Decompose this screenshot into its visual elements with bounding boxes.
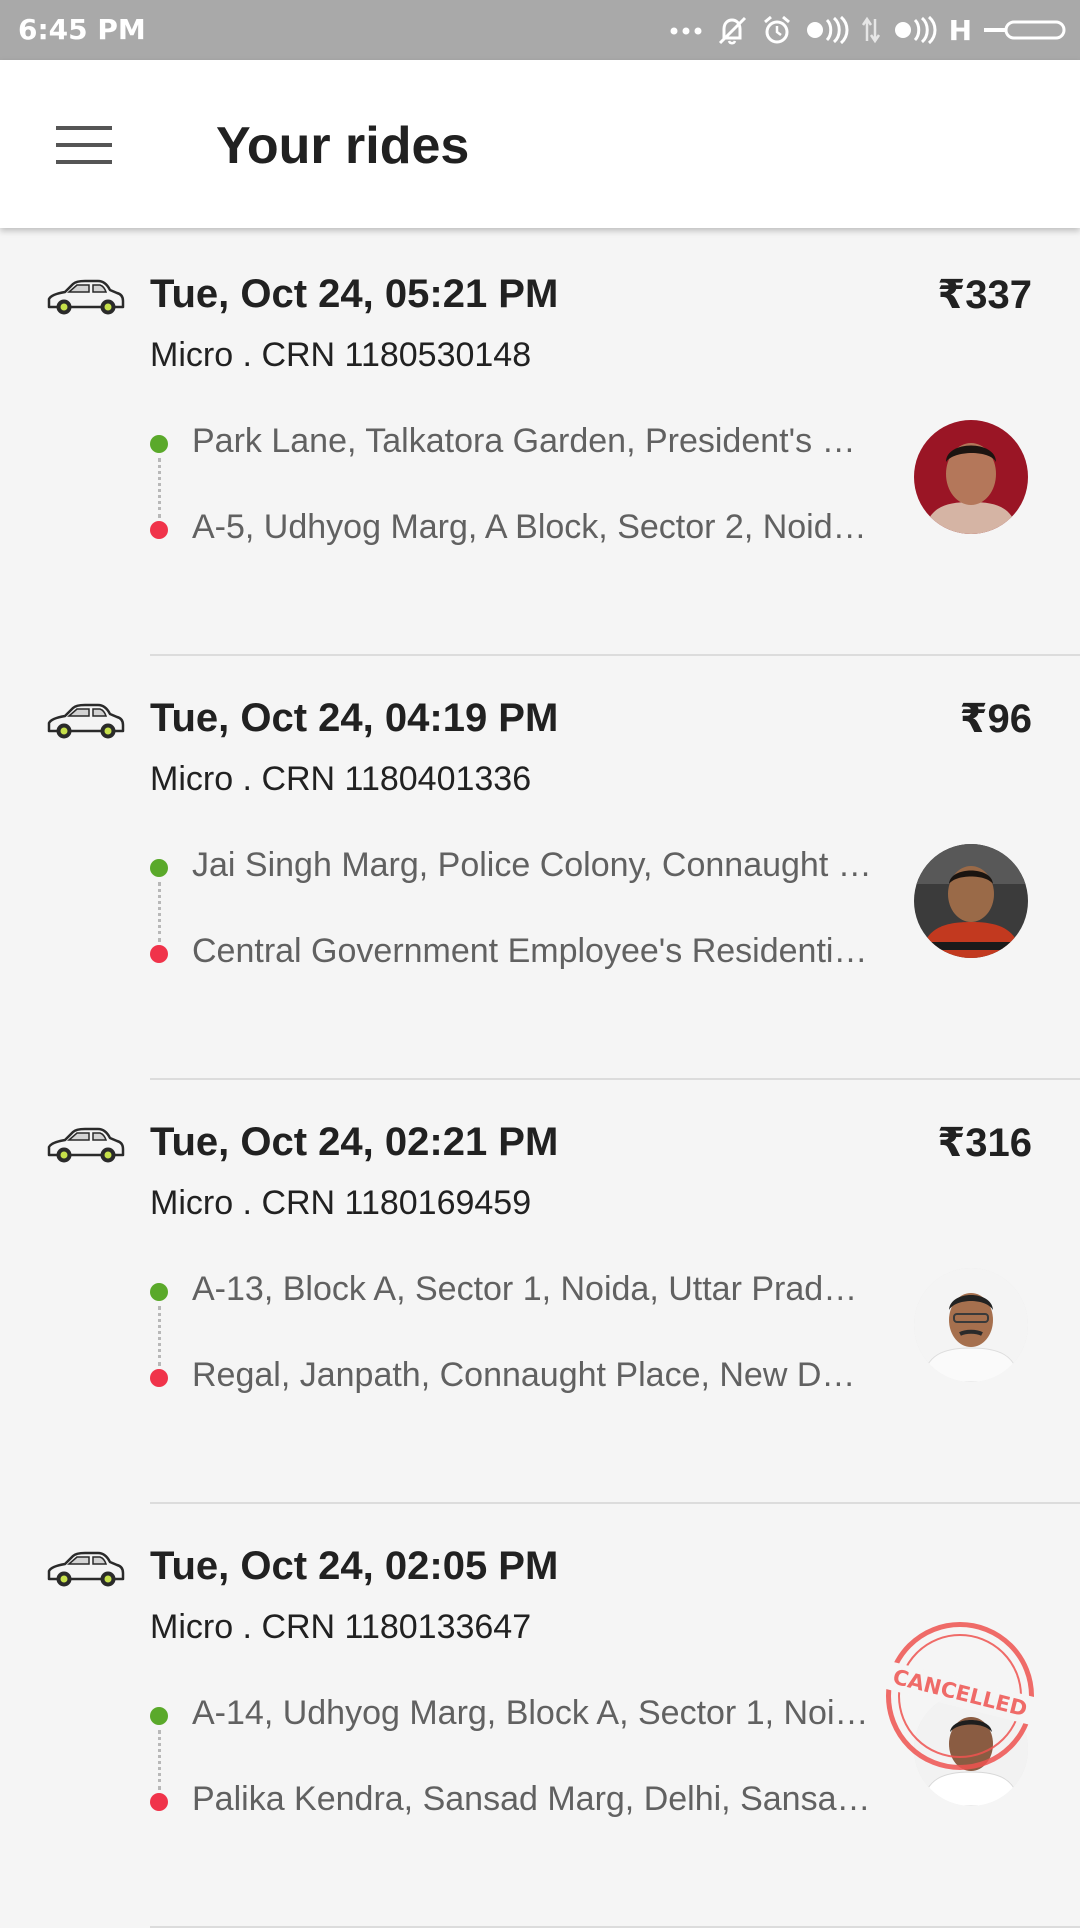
- ride-card[interactable]: Tue, Oct 24, 04:19 PM ₹96 Micro . CRN 11…: [0, 656, 1080, 1080]
- drop-address: Central Government Employee's Residentia…: [192, 932, 872, 970]
- rides-list: Tue, Oct 24, 05:21 PM ₹337 Micro . CRN 1…: [0, 232, 1080, 1928]
- pickup-dot: [150, 1283, 168, 1301]
- network-type: H: [948, 13, 972, 47]
- car-icon: [47, 1127, 125, 1163]
- menu-icon[interactable]: [56, 126, 112, 164]
- driver-avatar: [914, 420, 1028, 534]
- drop-dot: [150, 945, 168, 963]
- data-arrows-icon: [861, 16, 880, 44]
- battery-icon: [984, 20, 1066, 40]
- car-icon: [47, 279, 125, 315]
- ride-datetime: Tue, Oct 24, 02:21 PM: [150, 1120, 559, 1164]
- ride-datetime: Tue, Oct 24, 05:21 PM: [150, 272, 559, 316]
- route-line: [158, 1306, 161, 1366]
- route-line: [158, 458, 161, 518]
- ride-fare: ₹96: [959, 697, 1032, 741]
- ride-datetime: Tue, Oct 24, 02:05 PM: [150, 1544, 559, 1588]
- drop-dot: [150, 521, 168, 539]
- route-line: [158, 1730, 161, 1790]
- ride-category-crn: Micro . CRN 1180530148: [150, 336, 532, 374]
- status-bar: 6:45 PM H: [0, 0, 1080, 60]
- cancelled-label: CANCELLED: [878, 1659, 1042, 1727]
- ride-category-crn: Micro . CRN 1180133647: [150, 1608, 532, 1646]
- ride-card[interactable]: Tue, Oct 24, 02:21 PM ₹316 Micro . CRN 1…: [0, 1080, 1080, 1504]
- notifications-muted-icon: [718, 16, 746, 45]
- ride-category-crn: Micro . CRN 1180169459: [150, 1184, 532, 1222]
- pickup-dot: [150, 435, 168, 453]
- ride-fare: ₹316: [937, 1121, 1032, 1165]
- signal-icon: [894, 16, 937, 44]
- car-icon: [47, 703, 125, 739]
- drop-address: Regal, Janpath, Connaught Place, New Del…: [192, 1356, 872, 1394]
- status-icons: H: [669, 10, 1066, 50]
- pickup-address: Park Lane, Talkatora Garden, President's…: [192, 422, 872, 460]
- drop-address: Palika Kendra, Sansad Marg, Delhi, Sansa…: [192, 1780, 872, 1818]
- ride-datetime: Tue, Oct 24, 04:19 PM: [150, 696, 559, 740]
- more-dots-icon: [670, 27, 702, 35]
- drop-dot: [150, 1369, 168, 1387]
- status-time: 6:45 PM: [18, 13, 146, 46]
- ride-card[interactable]: Tue, Oct 24, 05:21 PM ₹337 Micro . CRN 1…: [0, 232, 1080, 656]
- pickup-dot: [150, 859, 168, 877]
- driver-avatar: [914, 1268, 1028, 1382]
- signal-icon: [806, 16, 849, 44]
- app-bar: Your rides: [0, 60, 1080, 228]
- pickup-dot: [150, 1707, 168, 1725]
- pickup-address: A-14, Udhyog Marg, Block A, Sector 1, No…: [192, 1694, 872, 1732]
- drop-address: A-5, Udhyog Marg, A Block, Sector 2, Noi…: [192, 508, 872, 546]
- route-line: [158, 882, 161, 942]
- cancelled-stamp: CANCELLED: [878, 1622, 1042, 1770]
- ride-category-crn: Micro . CRN 1180401336: [150, 760, 532, 798]
- car-icon: [47, 1551, 125, 1587]
- driver-avatar: [914, 844, 1028, 958]
- drop-dot: [150, 1793, 168, 1811]
- alarm-icon: [763, 15, 790, 44]
- ride-fare: ₹337: [937, 273, 1032, 317]
- pickup-address: Jai Singh Marg, Police Colony, Connaught…: [192, 846, 872, 884]
- ride-card[interactable]: Tue, Oct 24, 02:05 PM Micro . CRN 118013…: [0, 1504, 1080, 1928]
- pickup-address: A-13, Block A, Sector 1, Noida, Uttar Pr…: [192, 1270, 872, 1308]
- page-title: Your rides: [216, 117, 470, 175]
